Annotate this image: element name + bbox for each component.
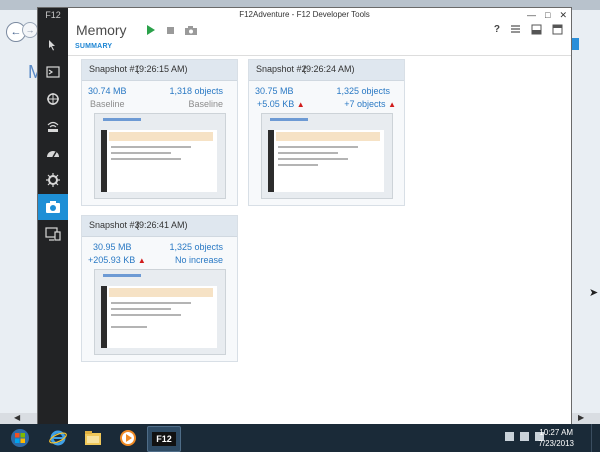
emulation-icon: [45, 227, 61, 241]
media-player-icon: [120, 430, 136, 446]
scroll-right-arrow-icon[interactable]: ▶: [578, 413, 584, 422]
object-count-delta: Baseline: [188, 99, 223, 109]
snapshot-time: (9:26:41 AM): [136, 220, 188, 230]
heap-size-delta[interactable]: +5.05 KB ▲: [257, 99, 305, 109]
show-desktop-button[interactable]: [591, 424, 600, 452]
snapshot-time: (9:26:15 AM): [136, 64, 188, 74]
f12-developer-tools-window: F12Adventure - F12 Developer Tools — □ ✕…: [38, 8, 571, 424]
heap-size-link[interactable]: 30.95 MB: [93, 242, 132, 252]
network-icon: [47, 121, 59, 132]
memory-tool-header: Memory ?: [68, 22, 571, 42]
console-icon: [46, 66, 60, 78]
object-count-link[interactable]: 1,318 objects: [169, 86, 223, 96]
profiler-icon: [46, 173, 60, 187]
sidebar-item-console[interactable]: [38, 59, 68, 85]
heap-size-delta-text: +5.05 KB: [257, 99, 295, 109]
take-snapshot-icon[interactable]: [185, 25, 197, 35]
action-center-icon[interactable]: [505, 432, 514, 441]
close-button[interactable]: ✕: [559, 8, 567, 22]
snapshot-card-1[interactable]: Snapshot #1 (9:26:15 AM) 30.74 MB 1,318 …: [81, 59, 238, 206]
taskbar-file-explorer[interactable]: [77, 426, 109, 450]
sidebar-item-debugger[interactable]: [38, 86, 68, 112]
sidebar-item-emulation[interactable]: [38, 221, 68, 247]
snapshot-header: Snapshot #2 (9:26:24 AM): [249, 60, 404, 81]
increase-arrow-icon: ▲: [137, 256, 146, 265]
export-icon[interactable]: [510, 24, 521, 35]
snapshot-title: Snapshot #3: [89, 220, 140, 230]
ui-responsiveness-icon: [47, 151, 59, 158]
stop-profiling-icon[interactable]: [167, 27, 174, 34]
object-count-delta: No increase: [174, 255, 223, 265]
taskbar-internet-explorer[interactable]: [42, 426, 74, 450]
mouse-cursor: ➤: [589, 287, 599, 299]
window-controls: — □ ✕: [527, 8, 567, 22]
object-count-link[interactable]: 1,325 objects: [169, 242, 223, 252]
taskbar-clock[interactable]: 10:27 AM 7/23/2013: [538, 427, 574, 449]
snapshot-card-3[interactable]: Snapshot #3 (9:26:41 AM) 30.95 MB 1,325 …: [81, 215, 238, 362]
debugger-icon: [47, 93, 59, 105]
taskbar-f12-tools[interactable]: F12: [147, 426, 181, 452]
sidebar-item-profiler[interactable]: [38, 167, 68, 193]
snapshot-title: Snapshot #2: [256, 64, 307, 74]
heap-size-delta: Baseline: [90, 99, 125, 109]
object-count-delta[interactable]: +7 objects ▲: [344, 99, 396, 109]
header-right-tools: ?: [494, 24, 563, 35]
snapshot-screenshot-thumbnail[interactable]: [261, 113, 393, 199]
clock-date: 7/23/2013: [538, 439, 574, 448]
sidebar-item-memory[interactable]: [38, 194, 68, 220]
minimize-button[interactable]: —: [527, 8, 536, 22]
undock-icon[interactable]: [552, 24, 563, 35]
maximize-button[interactable]: □: [545, 8, 550, 22]
dock-icon[interactable]: [531, 24, 542, 35]
sidebar-item-dom-explorer[interactable]: [38, 32, 68, 58]
heap-size-link[interactable]: 30.75 MB: [255, 86, 294, 96]
dom-explorer-icon: [49, 40, 55, 51]
snapshot-title: Snapshot #1: [89, 64, 140, 74]
window-title: F12Adventure - F12 Developer Tools: [239, 10, 370, 19]
help-icon[interactable]: ?: [494, 24, 500, 35]
f12-app-label: F12: [152, 432, 176, 446]
sidebar-f12-label: F12: [45, 10, 61, 20]
background-right-area: [570, 10, 600, 424]
heap-size-delta[interactable]: +205.93 KB ▲: [88, 255, 146, 265]
tab-summary[interactable]: SUMMARY: [75, 43, 112, 50]
sidebar-item-ui-responsiveness[interactable]: [38, 140, 68, 166]
snapshot-screenshot-thumbnail[interactable]: [94, 113, 226, 199]
snapshot-card-2[interactable]: Snapshot #2 (9:26:24 AM) 30.75 MB 1,325 …: [248, 59, 405, 206]
browser-forward-button[interactable]: →: [22, 22, 38, 38]
network-tray-icon[interactable]: [520, 432, 529, 441]
object-count-delta-text: +7 objects: [344, 99, 386, 109]
internet-explorer-icon: [49, 430, 67, 446]
start-button[interactable]: [4, 426, 36, 450]
heap-size-link[interactable]: 30.74 MB: [88, 86, 127, 96]
increase-arrow-icon: ▲: [388, 100, 396, 109]
start-profiling-icon[interactable]: [146, 25, 155, 35]
clock-time: 10:27 AM: [539, 428, 574, 437]
sidebar-item-network[interactable]: [38, 113, 68, 139]
heap-size-delta-text: +205.93 KB: [88, 255, 136, 265]
tool-title: Memory: [76, 22, 127, 38]
scroll-left-arrow-icon[interactable]: ◀: [14, 413, 20, 422]
tools-sidebar: F12: [38, 8, 68, 424]
file-explorer-icon: [85, 431, 101, 445]
snapshot-header: Snapshot #3 (9:26:41 AM): [82, 216, 237, 237]
object-count-link[interactable]: 1,325 objects: [336, 86, 390, 96]
snapshot-time: (9:26:24 AM): [303, 64, 355, 74]
view-tabs: SUMMARY: [68, 41, 571, 56]
snapshot-screenshot-thumbnail[interactable]: [94, 269, 226, 355]
windows-start-orb-icon: [11, 429, 29, 447]
snapshot-header: Snapshot #1 (9:26:15 AM): [82, 60, 237, 81]
taskbar-media-player[interactable]: [112, 426, 144, 450]
memory-icon: [46, 201, 60, 213]
windows-taskbar: F12 10:27 AM 7/23/2013: [0, 424, 600, 452]
increase-arrow-icon: ▲: [296, 100, 305, 109]
